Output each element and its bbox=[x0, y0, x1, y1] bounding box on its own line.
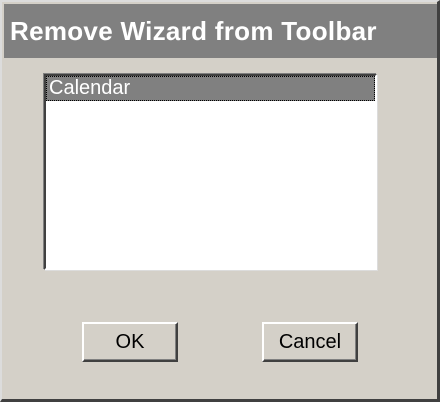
title-bar[interactable]: Remove Wizard from Toolbar bbox=[4, 4, 437, 58]
cancel-button[interactable]: Cancel bbox=[262, 322, 358, 362]
list-item-calendar[interactable]: Calendar bbox=[46, 76, 375, 101]
remove-wizard-dialog: Remove Wizard from Toolbar Calendar OK C… bbox=[0, 0, 440, 402]
ok-button[interactable]: OK bbox=[82, 322, 178, 362]
dialog-title: Remove Wizard from Toolbar bbox=[10, 15, 377, 46]
wizard-list[interactable]: Calendar bbox=[44, 74, 377, 270]
